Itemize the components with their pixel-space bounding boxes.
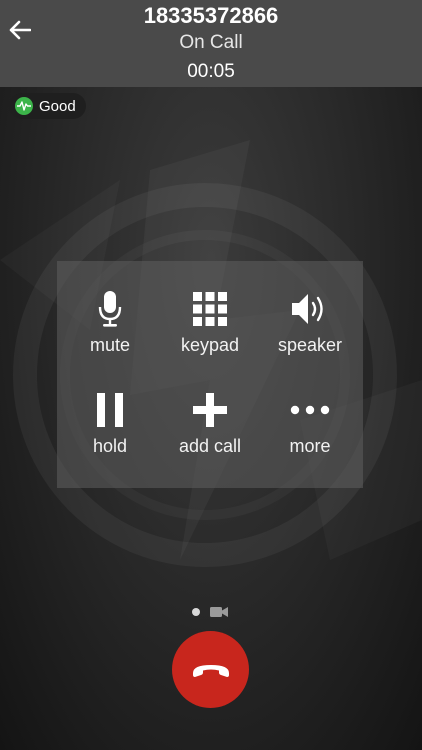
hold-button[interactable]: hold (59, 362, 161, 462)
connection-quality-label: Good (39, 97, 76, 115)
call-status: On Call (179, 32, 243, 53)
more-button[interactable]: more (259, 362, 361, 462)
add-call-button[interactable]: add call (159, 362, 261, 462)
caller-number: 18335372866 (143, 3, 279, 28)
keypad-button[interactable]: keypad (159, 261, 261, 361)
mute-button[interactable]: mute (59, 261, 161, 361)
keypad-grid-icon (193, 292, 227, 326)
keypad-label: keypad (180, 335, 240, 355)
microphone-icon (98, 291, 122, 327)
hold-label: hold (92, 436, 128, 456)
mute-label: mute (89, 335, 131, 355)
pause-icon (97, 393, 123, 427)
speaker-label: speaker (277, 335, 343, 355)
more-label: more (289, 436, 331, 456)
hang-up-icon (192, 664, 229, 677)
call-timer: 00:05 (187, 61, 235, 82)
page-indicator[interactable] (190, 605, 234, 621)
more-dots-icon (290, 405, 330, 415)
video-camera-icon (210, 607, 228, 617)
call-controls-panel: mute keypad speaker hold add call more (57, 261, 363, 488)
end-call-button[interactable] (172, 631, 249, 708)
call-header: 18335372866 On Call 00:05 (0, 0, 422, 87)
page-dot-active (192, 608, 200, 616)
plus-icon (193, 393, 227, 427)
speaker-icon (292, 294, 323, 324)
speaker-button[interactable]: speaker (259, 261, 361, 361)
signal-wave-icon (15, 97, 33, 115)
connection-quality-badge: Good (9, 93, 86, 119)
add-call-label: add call (178, 436, 242, 456)
